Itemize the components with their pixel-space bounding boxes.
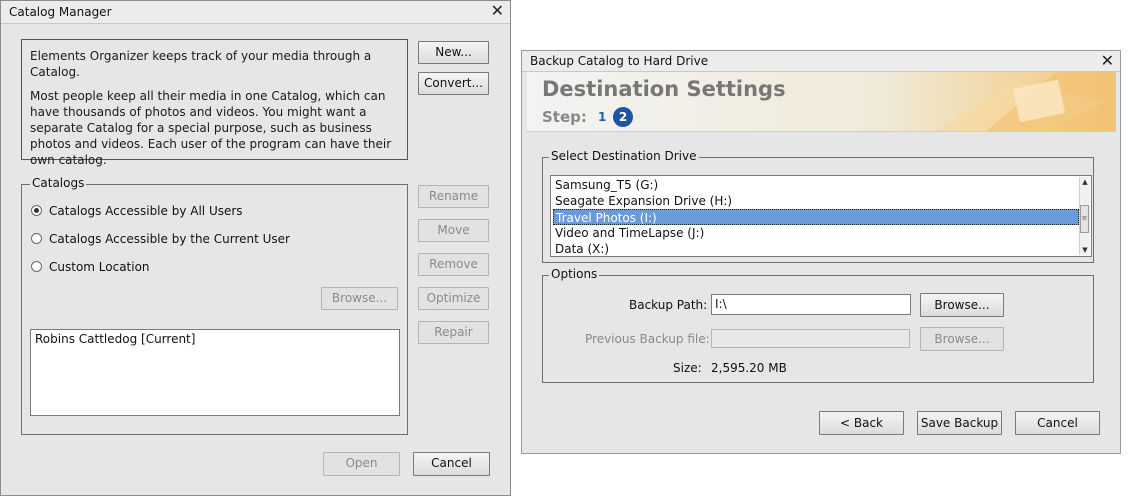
title-bar[interactable]: Catalog Manager ✕ [1,1,510,24]
new-button[interactable]: New... [418,41,489,64]
radio-current-user[interactable] [31,233,42,244]
intro-box: Elements Organizer keeps track of your m… [21,39,408,167]
catalog-list[interactable]: Robins Cattledog [Current] [30,329,400,416]
backup-path-input[interactable]: I:\ [711,294,911,315]
backup-dialog-title: Backup Catalog to Hard Drive [530,54,709,68]
intro-paragraph-2: Most people keep all their media in one … [30,89,392,167]
scroll-thumb[interactable]: ≡ [1080,205,1089,233]
step-label: Step: [542,108,587,126]
backup-path-browse-button[interactable]: Browse... [920,293,1004,317]
radio-custom-location[interactable] [31,261,42,272]
back-button[interactable]: < Back [819,411,904,435]
previous-backup-file-input[interactable] [711,329,910,348]
drive-item[interactable]: Data (X:) [553,241,1079,257]
options-legend: Options [549,267,600,281]
drive-list[interactable]: Samsung_T5 (G:) Seagate Expansion Drive … [550,175,1092,257]
backup-cancel-button[interactable]: Cancel [1015,411,1100,435]
backup-path-label: Backup Path: [629,298,708,312]
save-backup-button[interactable]: Save Backup [917,411,1002,435]
intro-paragraph-1: Elements Organizer keeps track of your m… [30,49,372,79]
drive-item-selected[interactable]: Travel Photos (I:) [553,209,1079,225]
destination-drive-legend: Select Destination Drive [549,149,699,163]
rename-button[interactable]: Rename [418,185,489,208]
size-value: 2,595.20 MB [711,361,787,375]
scroll-down-icon[interactable]: ▼ [1080,245,1090,255]
backup-title-bar[interactable]: Backup Catalog to Hard Drive ✕ [522,51,1120,72]
drive-item[interactable]: Seagate Expansion Drive (H:) [553,193,1079,209]
optimize-button[interactable]: Optimize [418,287,489,310]
banner-decoration-icon [936,72,1116,131]
move-button[interactable]: Move [418,219,489,242]
repair-button[interactable]: Repair [418,321,489,344]
browse-button[interactable]: Browse... [321,287,398,310]
drive-item[interactable]: Video and TimeLapse (J:) [553,225,1079,241]
size-label: Size: [673,361,702,375]
radio-all-users-label[interactable]: Catalogs Accessible by All Users [49,204,243,218]
step-2-current: 2 [613,107,633,127]
drive-item[interactable]: Samsung_T5 (G:) [553,177,1079,193]
scroll-up-icon[interactable]: ▲ [1080,177,1090,187]
catalogs-legend: Catalogs [30,176,87,190]
radio-all-users[interactable] [31,205,42,216]
backup-dialog: Backup Catalog to Hard Drive ✕ Destinati… [521,50,1121,454]
radio-current-user-label[interactable]: Catalogs Accessible by the Current User [49,232,290,246]
cancel-button[interactable]: Cancel [413,452,490,476]
open-button[interactable]: Open [323,452,400,476]
step-1: 1 [598,110,607,124]
destination-settings-heading: Destination Settings [542,77,786,101]
catalog-list-item[interactable]: Robins Cattledog [Current] [33,331,387,347]
dialog-title: Catalog Manager [9,5,112,19]
previous-backup-file-label: Previous Backup file: [585,332,710,346]
backup-close-icon[interactable]: ✕ [1101,52,1114,70]
drive-list-scrollbar[interactable]: ▲ ≡ ▼ [1079,177,1090,255]
close-icon[interactable]: ✕ [491,2,504,20]
radio-custom-location-label[interactable]: Custom Location [49,260,150,274]
convert-button[interactable]: Convert... [418,72,489,95]
catalog-manager-dialog: Catalog Manager ✕ Elements Organizer kee… [0,0,511,496]
previous-backup-browse-button[interactable]: Browse... [920,327,1004,351]
remove-button[interactable]: Remove [418,253,489,276]
header-banner: Destination Settings Step: 1 2 [527,72,1116,132]
